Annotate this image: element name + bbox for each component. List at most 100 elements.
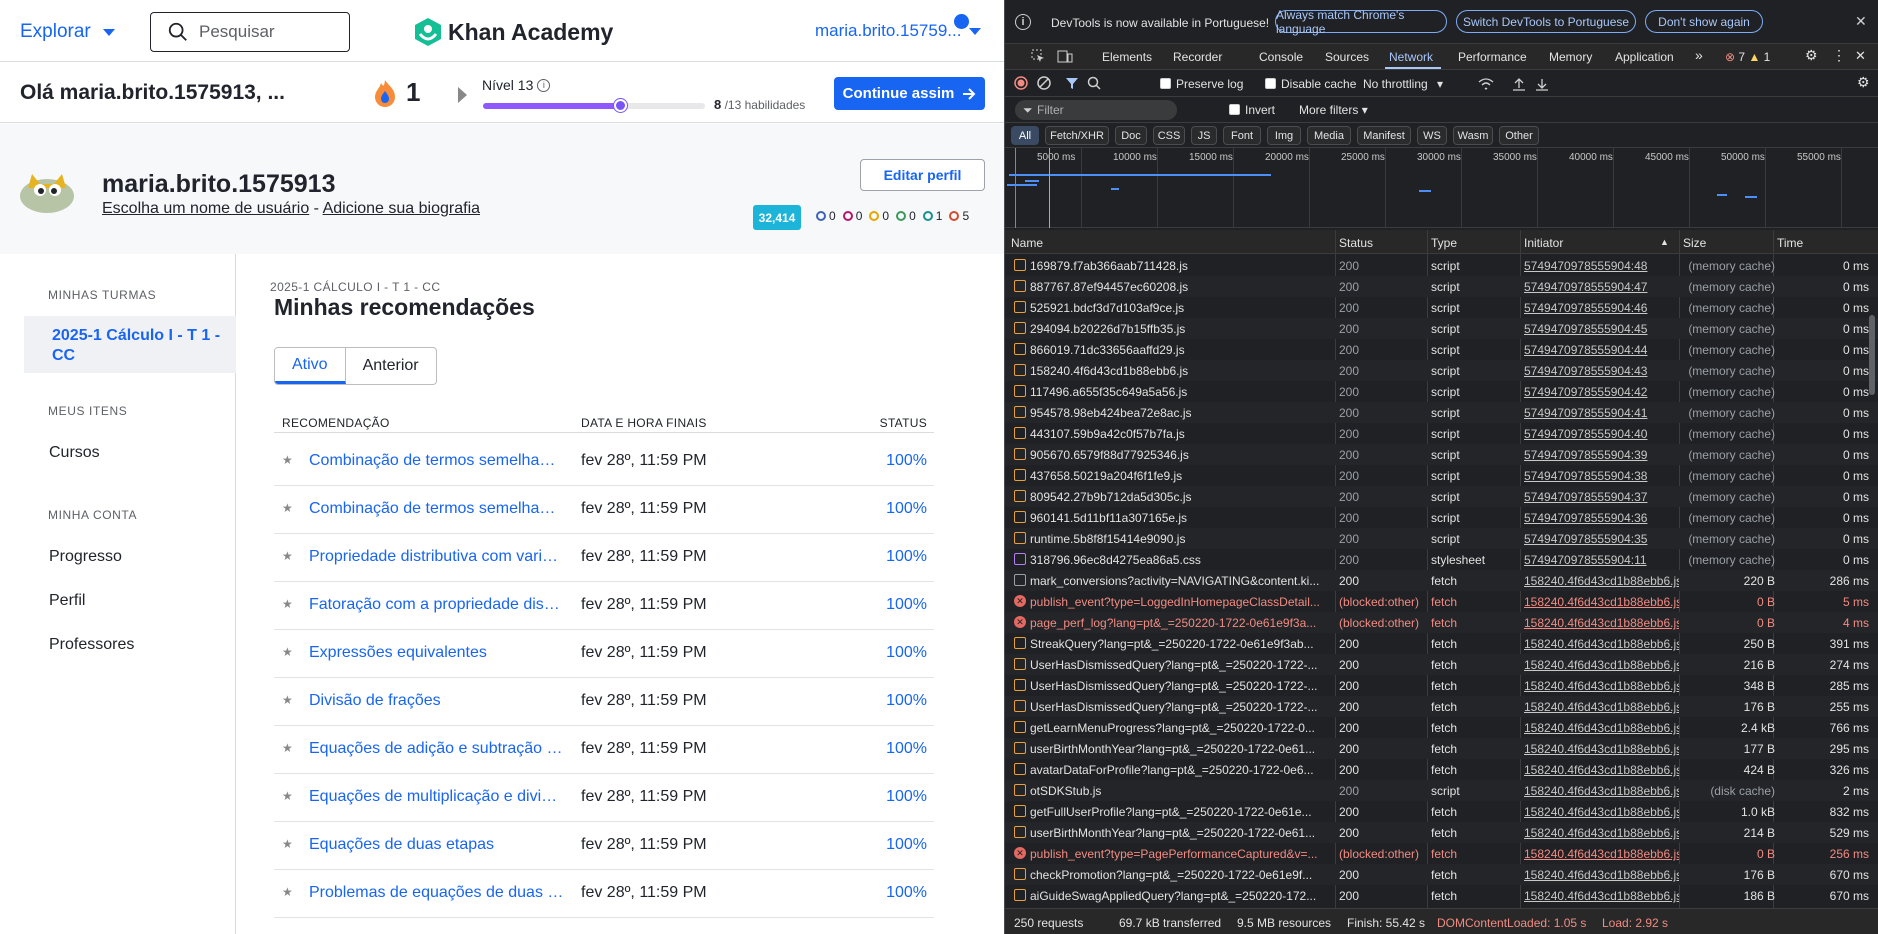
notification-dot[interactable] xyxy=(954,14,969,29)
request-row[interactable]: 887767.87ef94457ec60208.js 200 script 57494… xyxy=(1005,276,1878,297)
more-tabs-icon[interactable]: » xyxy=(1695,47,1703,63)
error-counter[interactable]: ⊗ 7 ▲ 1 xyxy=(1725,50,1770,64)
request-initiator-link[interactable]: 5749470978555904:11 xyxy=(1524,553,1679,567)
request-initiator-link[interactable]: 158240.4f6d43cd1b88ebb6.js xyxy=(1524,679,1679,693)
choose-username-link[interactable]: Escolha um nome de usuário xyxy=(102,200,309,217)
tab-sources[interactable]: Sources xyxy=(1325,50,1369,64)
request-row[interactable]: 294094.b20226d7b15ffb35.js 200 script 57494… xyxy=(1005,318,1878,339)
export-har-icon[interactable] xyxy=(1535,77,1549,91)
status-value[interactable]: 100% xyxy=(886,884,927,902)
request-row[interactable]: otSDKStub.js 200 script 158240.4f6d43cd1b88… xyxy=(1005,780,1878,801)
tab-application[interactable]: Application xyxy=(1615,50,1674,64)
recommendation-link[interactable]: Combinação de termos semelhantes xyxy=(309,452,564,470)
request-row[interactable]: 169879.f7ab366aab711428.js 200 script 57494… xyxy=(1005,255,1878,276)
request-initiator-link[interactable]: 5749470978555904:42 xyxy=(1524,385,1679,399)
streak[interactable]: 1 xyxy=(374,77,420,108)
request-initiator-link[interactable]: 5749470978555904:40 xyxy=(1524,427,1679,441)
tab-network[interactable]: Network xyxy=(1389,50,1433,64)
dont-show-again-button[interactable]: Don't show again xyxy=(1645,10,1763,33)
request-row[interactable]: 117496.a655f35c649a5a56.js 200 script 57494… xyxy=(1005,381,1878,402)
request-initiator-link[interactable]: 5749470978555904:47 xyxy=(1524,280,1679,294)
recommendation-link[interactable]: Expressões equivalentes xyxy=(309,644,564,662)
request-initiator-link[interactable]: 5749470978555904:41 xyxy=(1524,406,1679,420)
info-icon[interactable]: i xyxy=(537,78,551,92)
request-initiator-link[interactable]: 158240.4f6d43cd1b88ebb6.js xyxy=(1524,847,1679,861)
status-value[interactable]: 100% xyxy=(886,692,927,710)
request-row[interactable]: userBirthMonthYear?lang=pt&_=250220-1722… xyxy=(1005,738,1878,759)
energy-points-badge[interactable]: 32,414 xyxy=(753,205,801,230)
request-row[interactable]: UserHasDismissedQuery?lang=pt&_=250220-1… xyxy=(1005,654,1878,675)
request-row[interactable]: getLearnMenuProgress?lang=pt&_=250220-17… xyxy=(1005,717,1878,738)
request-initiator-link[interactable]: 158240.4f6d43cd1b88ebb6.js xyxy=(1524,805,1679,819)
request-initiator-link[interactable]: 5749470978555904:43 xyxy=(1524,364,1679,378)
request-initiator-link[interactable]: 158240.4f6d43cd1b88ebb6.js xyxy=(1524,742,1679,756)
badge-count[interactable]: 1 xyxy=(922,209,942,223)
preserve-log-checkbox[interactable]: Preserve log xyxy=(1160,77,1243,91)
inspect-icon[interactable] xyxy=(1031,49,1045,63)
recommendation-link[interactable]: Propriedade distributiva com variáveis xyxy=(309,548,564,566)
request-initiator-link[interactable]: 5749470978555904:44 xyxy=(1524,343,1679,357)
request-row[interactable]: 437658.50219a204f6f1fe9.js 200 script 57494… xyxy=(1005,465,1878,486)
request-initiator-link[interactable]: 158240.4f6d43cd1b88ebb6.js xyxy=(1524,574,1679,588)
tab-active[interactable]: Ativo xyxy=(275,348,346,384)
request-row[interactable]: 158240.4f6d43cd1b88ebb6.js 200 script 57494… xyxy=(1005,360,1878,381)
request-row[interactable]: 318796.96ec8d4275ea86a5.css 200 stylesheet… xyxy=(1005,549,1878,570)
request-row[interactable]: aiGuideSwagAppliedQuery?lang=pt&_=250220… xyxy=(1005,885,1878,906)
more-filters-dropdown[interactable]: More filters ▾ xyxy=(1299,103,1368,117)
badge-count[interactable]: 0 xyxy=(842,209,862,223)
throttling-select[interactable]: No throttling ▾ xyxy=(1363,77,1443,91)
request-row[interactable]: 954578.98eb424bea72e8ac.js 200 script 57494… xyxy=(1005,402,1878,423)
request-initiator-link[interactable]: 158240.4f6d43cd1b88ebb6.js xyxy=(1524,658,1679,672)
request-initiator-link[interactable]: 158240.4f6d43cd1b88ebb6.js xyxy=(1524,616,1679,630)
type-filter-doc[interactable]: Doc xyxy=(1115,126,1147,145)
request-row[interactable]: ✕ publish_event?type=PagePerformanceCaptu… xyxy=(1005,843,1878,864)
type-filter-manifest[interactable]: Manifest xyxy=(1357,126,1411,145)
recommendation-link[interactable]: Fatoração com a propriedade distributiva xyxy=(309,596,564,614)
sidebar-item-progress[interactable]: Progresso xyxy=(49,548,122,566)
type-filter-other[interactable]: Other xyxy=(1499,126,1539,145)
col-name[interactable]: Name xyxy=(1011,236,1043,250)
type-filter-font[interactable]: Font xyxy=(1223,126,1261,145)
status-value[interactable]: 100% xyxy=(886,500,927,518)
request-row[interactable]: userBirthMonthYear?lang=pt&_=250220-1722… xyxy=(1005,822,1878,843)
type-filter-img[interactable]: Img xyxy=(1267,126,1301,145)
network-conditions-icon[interactable] xyxy=(1478,77,1494,91)
request-initiator-link[interactable]: 5749470978555904:39 xyxy=(1524,448,1679,462)
request-list-scrollbar[interactable] xyxy=(1867,255,1877,908)
type-filter-media[interactable]: Media xyxy=(1307,126,1351,145)
request-initiator-link[interactable]: 158240.4f6d43cd1b88ebb6.js xyxy=(1524,721,1679,735)
close-devtools-icon[interactable]: ✕ xyxy=(1855,48,1866,64)
request-row[interactable]: 809542.27b9b712da5d305c.js 200 script 57494… xyxy=(1005,486,1878,507)
request-row[interactable]: UserHasDismissedQuery?lang=pt&_=250220-1… xyxy=(1005,675,1878,696)
recommendation-link[interactable]: Problemas de equações de duas etapas xyxy=(309,884,564,902)
filter-input[interactable]: ⏷ Filter xyxy=(1015,100,1177,120)
status-value[interactable]: 100% xyxy=(886,452,927,470)
status-value[interactable]: 100% xyxy=(886,644,927,662)
clear-icon[interactable] xyxy=(1037,76,1051,90)
badge-count[interactable]: 0 xyxy=(816,209,836,223)
request-row[interactable]: ✕ publish_event?type=LoggedInHomepageClas… xyxy=(1005,591,1878,612)
type-filter-ws[interactable]: WS xyxy=(1417,126,1447,145)
request-row[interactable]: mark_conversions?activity=NAVIGATING&con… xyxy=(1005,570,1878,591)
device-toolbar-icon[interactable] xyxy=(1057,49,1073,63)
request-row[interactable]: 960141.5d11bf11a307165e.js 200 script 57494… xyxy=(1005,507,1878,528)
request-initiator-link[interactable]: 158240.4f6d43cd1b88ebb6.js xyxy=(1524,889,1679,903)
request-row[interactable]: runtime.5b8f8f15414e9090.js 200 script 5749… xyxy=(1005,528,1878,549)
tab-performance[interactable]: Performance xyxy=(1458,50,1527,64)
network-settings-gear-icon[interactable]: ⚙ xyxy=(1857,74,1870,91)
type-filter-all[interactable]: All xyxy=(1011,126,1039,145)
add-bio-link[interactable]: Adicione sua biografia xyxy=(323,200,480,217)
request-initiator-link[interactable]: 158240.4f6d43cd1b88ebb6.js xyxy=(1524,637,1679,651)
request-initiator-link[interactable]: 574947097855590​4:48 xyxy=(1524,259,1679,273)
continue-button[interactable]: Continue assim xyxy=(834,77,985,110)
tab-memory[interactable]: Memory xyxy=(1549,50,1592,64)
request-initiator-link[interactable]: 5749470978555904:37 xyxy=(1524,490,1679,504)
filter-icon[interactable] xyxy=(1065,76,1079,90)
type-filter-css[interactable]: CSS xyxy=(1153,126,1185,145)
status-value[interactable]: 100% xyxy=(886,596,927,614)
match-language-button[interactable]: Always match Chrome's language xyxy=(1275,8,1447,36)
request-row[interactable]: UserHasDismissedQuery?lang=pt&_=250220-1… xyxy=(1005,696,1878,717)
tab-elements[interactable]: Elements xyxy=(1102,50,1152,64)
switch-language-button[interactable]: Switch DevTools to Portuguese xyxy=(1456,10,1636,33)
request-row[interactable]: getFullUserProfile?lang=pt&_=250220-1722… xyxy=(1005,801,1878,822)
